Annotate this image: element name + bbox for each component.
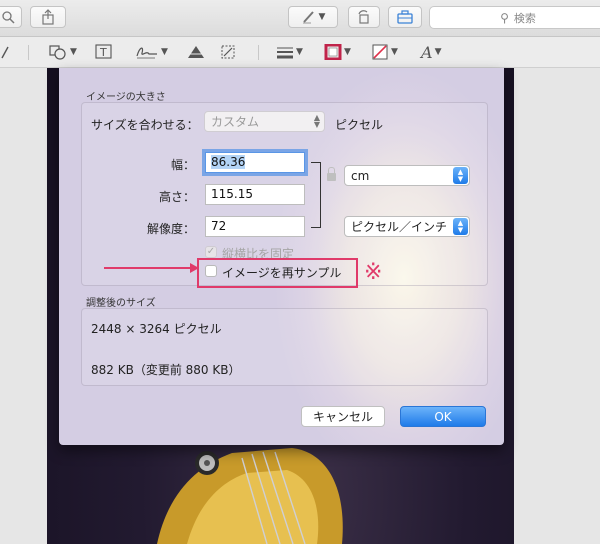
resolution-unit-popup[interactable]: ピクセル／インチ ▲ ▼ [344,216,470,237]
line-style-icon [277,47,293,59]
resolution-label: 解像度： [146,222,195,236]
font-tool[interactable]: A ▼ [421,41,441,63]
zoom-button[interactable] [0,6,22,28]
chevron-down-icon: ▼ [344,47,351,57]
width-value: 86.36 [211,155,246,169]
adjust-size-tool[interactable] [220,41,236,63]
search-placeholder: 検索 [513,11,536,25]
select-tool[interactable] [0,41,10,63]
proportion-bracket [311,162,321,228]
svg-text:T: T [99,46,107,59]
fit-value: カスタム [211,115,260,129]
select-icon [1,46,9,59]
rotate-icon [358,10,369,24]
sign-tool[interactable]: ▼ [135,41,168,63]
adjust-color-tool[interactable] [187,41,205,63]
shapes-tool[interactable]: ▼ [48,41,77,63]
toolbox-button[interactable] [388,6,422,28]
pen-icon [302,11,314,24]
fill-color-icon [372,44,388,60]
line-style-tool[interactable]: ▼ [276,41,303,63]
height-value: 115.15 [211,187,253,201]
adjust-size-icon [221,45,235,59]
text-tool[interactable]: T [95,41,113,63]
height-label: 高さ： [158,190,195,204]
fill-color-tool[interactable]: ▼ [371,41,398,63]
toolbox-icon [397,10,413,24]
scale-proportionally-checkbox: ✓ [205,246,217,258]
cancel-button-label: キャンセル [312,410,373,424]
lock-icon [327,167,336,181]
shapes-icon [49,45,66,60]
updown-arrows-icon: ▲ ▼ [453,218,468,235]
result-filesize: 882 KB（変更前 880 KB） [91,363,241,377]
ok-button[interactable]: OK [400,406,486,427]
adjust-color-icon [188,46,204,58]
zoom-icon [2,11,15,24]
updown-arrows-icon: ▲ ▼ [313,113,320,129]
font-icon: A [421,42,433,62]
border-color-tool[interactable]: ▼ [324,41,351,63]
magnifier-icon: ⚲ [500,10,509,25]
updown-arrows-icon: ▲ ▼ [453,167,468,184]
chevron-down-icon: ▼ [318,12,326,22]
search-input[interactable]: ⚲ 検索 [429,6,600,29]
border-color-icon [324,44,342,60]
toolbar-divider [258,45,259,60]
text-icon: T [95,44,112,59]
annotation-arrow [104,263,199,273]
chevron-down-icon: ▼ [70,47,77,57]
ok-button-label: OK [434,409,452,424]
cancel-button[interactable]: キャンセル [301,406,385,427]
resulting-size-label: 調整後のサイズ [86,298,156,309]
share-button[interactable] [30,6,66,28]
fit-label: サイズを合わせる： [91,118,199,132]
fit-unit-label: ピクセル [335,118,384,132]
toolbar-divider [28,45,29,60]
fit-popup: カスタム ▲ ▼ [204,111,325,132]
image-size-label: イメージの大きさ [86,92,166,103]
result-pixels: 2448 × 3264 ピクセル [91,322,222,336]
resolution-unit-value: ピクセル／インチ [351,220,448,234]
resolution-field[interactable]: 72 [205,216,305,237]
sign-icon [136,47,157,59]
chevron-down-icon: ▼ [161,47,168,57]
annotation-highlight-box [197,258,358,288]
share-icon [42,9,54,25]
width-label: 幅： [170,158,195,172]
window-toolbar: ▼ ⚲ 検索 [0,0,600,37]
size-unit-value: cm [351,168,370,183]
height-field[interactable]: 115.15 [205,184,305,205]
size-unit-popup[interactable]: cm ▲ ▼ [344,165,470,186]
annotation-mark: ※ [364,260,383,285]
markup-pen-button[interactable]: ▼ [288,6,338,28]
markup-toolbar: ▼ T ▼ ▼ ▼ ▼ A ▼ [0,37,600,68]
chevron-down-icon: ▼ [391,47,398,57]
width-field[interactable]: 86.36 [205,152,305,173]
resolution-value: 72 [211,219,227,233]
chevron-down-icon: ▼ [296,47,303,57]
image-size-dialog: イメージの大きさ サイズを合わせる： カスタム ▲ ▼ ピクセル 幅： 86.36… [59,68,504,445]
chevron-down-icon: ▼ [434,47,442,57]
rotate-button[interactable] [348,6,380,28]
